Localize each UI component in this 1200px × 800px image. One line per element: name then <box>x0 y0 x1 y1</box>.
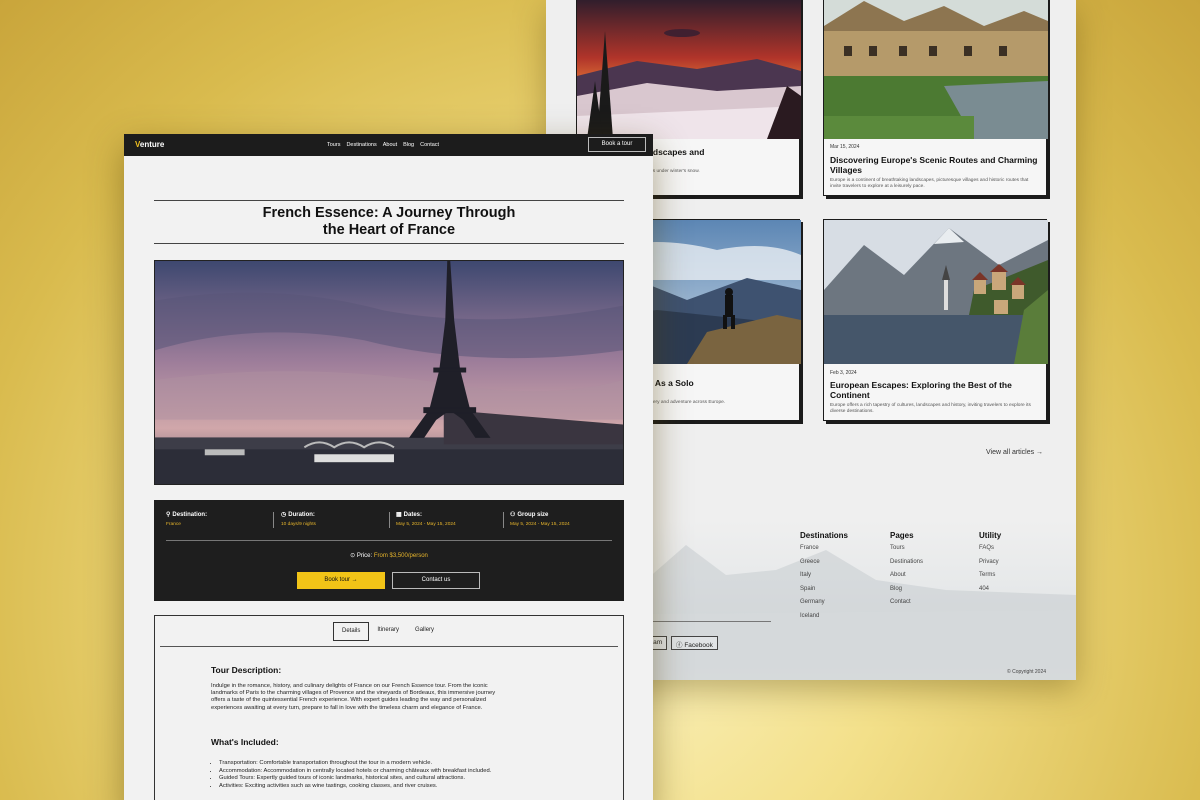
eiffel-tower-hero-image <box>154 260 624 485</box>
footer-link[interactable]: Blog <box>890 586 923 600</box>
navbar: Venture Tours Destinations About Blog Co… <box>124 134 653 156</box>
info-dates: ▦ Dates: May 5, 2024 - May 15, 2024 <box>396 511 506 527</box>
nav-link-contact[interactable]: Contact <box>420 142 439 148</box>
footer-heading: Destinations <box>800 531 849 540</box>
footer-link[interactable]: Terms <box>979 572 1001 586</box>
info-label: Duration: <box>288 512 315 518</box>
title-bottom-rule <box>154 243 624 244</box>
clock-icon: ◷ <box>281 512 287 518</box>
nav-links: Tours Destinations About Blog Contact <box>327 142 439 148</box>
nav-link-destinations[interactable]: Destinations <box>346 142 376 148</box>
tab-gallery[interactable]: Gallery <box>407 622 442 641</box>
nav-link-about[interactable]: About <box>383 142 397 148</box>
card-title[interactable]: European Escapes: Exploring the Best of … <box>830 380 1038 400</box>
info-value: May 5, 2024 - May 15, 2024 <box>510 522 570 527</box>
info-divider <box>503 512 504 528</box>
facebook-icon: ⓕ <box>676 642 683 649</box>
info-duration: ◷ Duration: 10 days/9 nights <box>281 511 391 527</box>
title-top-rule <box>154 200 624 201</box>
card-date: Feb 3, 2024 <box>830 370 857 376</box>
footer-destinations: Destinations France Greece Italy Spain G… <box>800 531 848 627</box>
footer-pages: Pages Tours Destinations About Blog Cont… <box>890 531 923 613</box>
footer-link[interactable]: 404 <box>979 586 1001 600</box>
list-item: Transportation: Comfortable transportati… <box>219 760 511 768</box>
nav-link-tours[interactable]: Tours <box>327 142 340 148</box>
included-list: Transportation: Comfortable transportati… <box>211 760 511 790</box>
footer-link[interactable]: France <box>800 545 848 559</box>
info-value: May 5, 2024 - May 15, 2024 <box>396 522 456 527</box>
tour-info-panel: ⚲ Destination: France ◷ Duration: 10 days/… <box>154 500 624 601</box>
info-label: Destination: <box>172 512 208 518</box>
info-value: France <box>166 522 181 527</box>
tour-description-text: Indulge in the romance, history, and cul… <box>211 683 496 711</box>
card-title[interactable]: Discovering Europe's Scenic Routes and C… <box>830 155 1038 175</box>
info-label: Group size <box>517 512 549 518</box>
page-title: French Essence: A Journey Through the He… <box>154 205 624 239</box>
book-a-tour-button[interactable]: Book a tour <box>588 137 646 152</box>
group-icon: ⚇ <box>510 512 516 518</box>
list-item: Guided Tours: Expertly guided tours of i… <box>219 775 511 783</box>
book-tour-button[interactable]: Book tour → <box>297 572 385 589</box>
footer-link[interactable]: Italy <box>800 572 848 586</box>
info-destination: ⚲ Destination: France <box>166 511 276 527</box>
footer-link[interactable]: Destinations <box>890 559 923 573</box>
nav-link-blog[interactable]: Blog <box>403 142 414 148</box>
list-item: Accommodation: Accommodation in centrall… <box>219 768 511 776</box>
info-label: Dates: <box>403 512 423 518</box>
info-group-size: ⚇ Group size May 5, 2024 - May 15, 2024 <box>510 511 620 527</box>
card-description: Europe is a continent of breathtaking la… <box>830 178 1029 189</box>
footer-link[interactable]: Privacy <box>979 559 1001 573</box>
logo-text: enture <box>139 140 165 149</box>
footer-link[interactable]: Contact <box>890 599 923 613</box>
tab-details[interactable]: Details <box>333 622 370 641</box>
info-divider-horizontal <box>166 540 612 541</box>
tour-description-heading: Tour Description: <box>211 665 282 675</box>
footer-link[interactable]: Spain <box>800 586 848 600</box>
price-value: From $3,500/person <box>373 553 428 559</box>
lake-village-photo <box>824 220 1048 364</box>
footer-link[interactable]: About <box>890 572 923 586</box>
info-divider <box>273 512 274 528</box>
tab-underline <box>160 646 618 647</box>
price-label: Price: <box>356 553 373 559</box>
price-icon: ⊙ <box>350 553 356 559</box>
logo[interactable]: Venture <box>135 140 164 149</box>
list-item: Activities: Exciting activities such as … <box>219 783 511 791</box>
whats-included-heading: What's Included: <box>211 737 279 747</box>
facebook-button[interactable]: ⓕ Facebook <box>671 636 718 650</box>
card-date: Mar 15, 2024 <box>830 144 860 150</box>
price-line: ⊙ Price: From $3,500/person <box>154 552 624 559</box>
calendar-icon: ▦ <box>396 512 402 518</box>
copyright-text: © Copyright 2024 <box>1007 669 1046 675</box>
footer-utility: Utility FAQs Privacy Terms 404 <box>979 531 1001 599</box>
blog-card-european-escapes[interactable]: Feb 3, 2024 European Escapes: Exploring … <box>823 219 1048 421</box>
contact-us-button[interactable]: Contact us <box>392 572 480 589</box>
tab-itinerary[interactable]: Itinerary <box>369 622 407 641</box>
page-title-line-2: the Heart of France <box>322 222 456 238</box>
footer-link[interactable]: FAQs <box>979 545 1001 559</box>
footer-link[interactable]: Iceland <box>800 613 848 627</box>
tab-bar: Details Itinerary Gallery <box>333 622 442 641</box>
info-divider <box>389 512 390 528</box>
page-title-line-1: French Essence: A Journey Through <box>262 205 516 221</box>
snowy-sunset-photo <box>577 0 801 139</box>
footer-link[interactable]: Greece <box>800 559 848 573</box>
footer-divider <box>646 621 771 622</box>
village-photo <box>824 0 1048 139</box>
facebook-label: Facebook <box>684 642 713 649</box>
view-all-articles-link[interactable]: View all articles → <box>986 449 1043 456</box>
info-value: 10 days/9 nights <box>281 522 316 527</box>
footer-link[interactable]: Tours <box>890 545 923 559</box>
footer-heading: Pages <box>890 531 914 540</box>
footer-heading: Utility <box>979 531 1002 540</box>
footer-link[interactable]: Germany <box>800 599 848 613</box>
blog-card-scenic-routes[interactable]: Mar 15, 2024 Discovering Europe's Scenic… <box>823 0 1048 196</box>
location-icon: ⚲ <box>166 512 171 518</box>
tour-detail-page-mockup: Venture Tours Destinations About Blog Co… <box>124 134 653 800</box>
card-description: Europe offers a rich tapestry of culture… <box>830 403 1031 414</box>
